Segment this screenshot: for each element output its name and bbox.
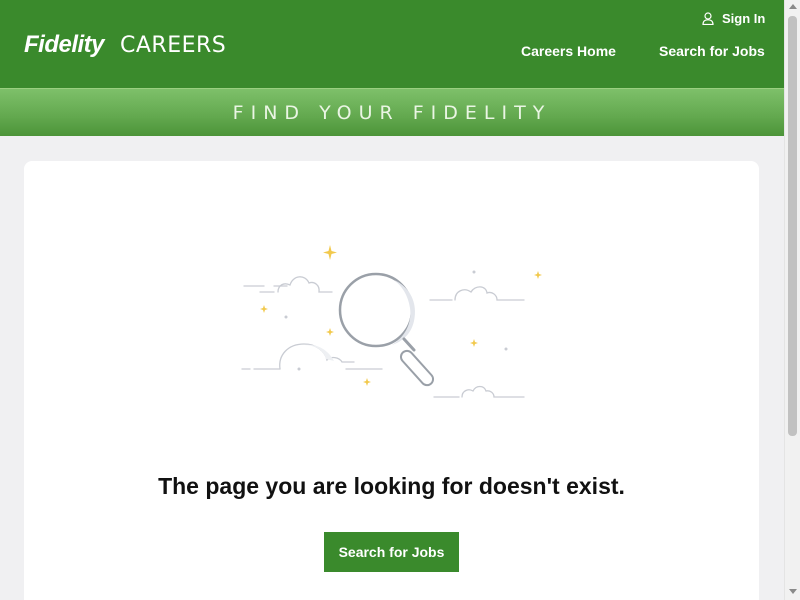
sign-in-link[interactable]: Sign In bbox=[702, 11, 765, 26]
scroll-down-arrow-icon[interactable] bbox=[789, 589, 797, 594]
tagline-banner: FIND YOUR FIDELITY bbox=[0, 88, 784, 136]
vertical-scrollbar[interactable] bbox=[784, 0, 800, 600]
nav-search-for-jobs[interactable]: Search for Jobs bbox=[659, 43, 765, 59]
careers-wordmark: CAREERS bbox=[120, 33, 227, 58]
not-found-message: The page you are looking for doesn't exi… bbox=[158, 473, 625, 499]
site-header: Fidelity CAREERS Sign In Careers Home Se… bbox=[0, 0, 784, 88]
scrollbar-thumb[interactable] bbox=[788, 16, 797, 436]
scroll-up-arrow-icon[interactable] bbox=[789, 4, 797, 9]
nav-careers-home[interactable]: Careers Home bbox=[521, 43, 616, 59]
careers-logo[interactable]: Fidelity CAREERS bbox=[24, 31, 226, 59]
search-for-jobs-button[interactable]: Search for Jobs bbox=[324, 532, 459, 572]
magnifying-glass-illustration bbox=[241, 245, 542, 398]
error-card: The page you are looking for doesn't exi… bbox=[24, 161, 759, 600]
fidelity-logo: Fidelity bbox=[24, 31, 105, 58]
user-icon bbox=[702, 12, 714, 25]
tagline-text: FIND YOUR FIDELITY bbox=[232, 101, 552, 124]
sign-in-label: Sign In bbox=[722, 11, 766, 26]
